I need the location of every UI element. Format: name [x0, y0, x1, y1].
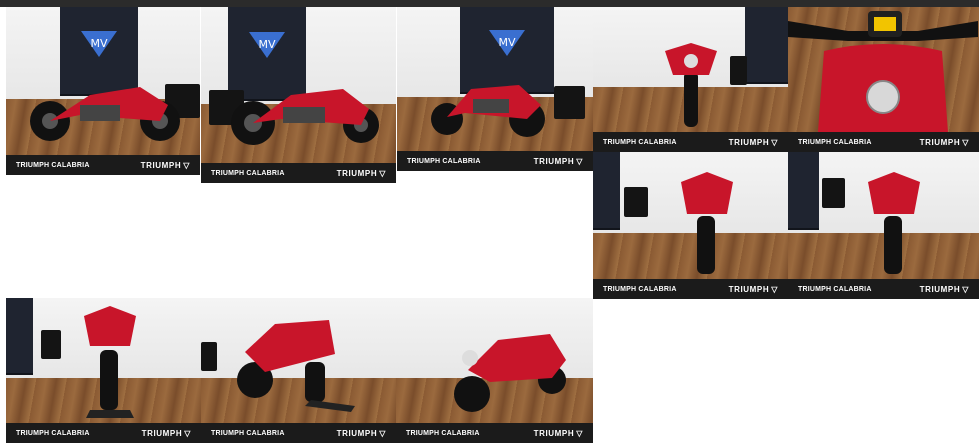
mv-banner: [593, 152, 621, 231]
gallery-thumb-10[interactable]: TRIUMPH CALABRIA TRIUMPH ▽: [396, 298, 593, 443]
motorcycle: [454, 334, 566, 412]
mv-banner: [788, 152, 819, 231]
gallery-thumb-4[interactable]: TRIUMPH CALABRIA TRIUMPH ▽: [593, 7, 788, 152]
photo: MV: [397, 7, 593, 171]
dealer-label: TRIUMPH CALABRIA: [211, 169, 285, 177]
dealer-label: TRIUMPH CALABRIA: [798, 138, 872, 146]
triumph-shield-icon: ▽: [771, 137, 778, 147]
brand-logo: TRIUMPH ▽: [336, 428, 386, 438]
brand-logo: TRIUMPH ▽: [919, 137, 969, 147]
motorcycle-tank: [788, 11, 978, 132]
photo: [593, 152, 788, 299]
photo: [201, 298, 396, 443]
gallery-thumb-1[interactable]: MV TRIUMPH CALABRIA TRIUMPH ▽: [6, 7, 200, 175]
svg-text:MV: MV: [498, 36, 515, 49]
triumph-shield-icon: ▽: [771, 284, 778, 294]
caption-bar: TRIUMPH CALABRIA TRIUMPH ▽: [201, 423, 396, 443]
photo: [788, 7, 979, 152]
gallery-thumb-8[interactable]: TRIUMPH CALABRIA TRIUMPH ▽: [6, 298, 201, 443]
photo: [6, 298, 201, 443]
motorcycle: [665, 43, 717, 127]
triumph-shield-icon: ▽: [183, 160, 190, 170]
gallery-thumb-3[interactable]: MV TRIUMPH CALABRIA TRIUMPH ▽: [397, 7, 593, 171]
dealer-label: TRIUMPH CALABRIA: [603, 138, 677, 146]
triumph-shield-icon: ▽: [576, 428, 583, 438]
svg-text:MV: MV: [91, 37, 108, 50]
motorcycle: [431, 85, 545, 137]
dealer-label: TRIUMPH CALABRIA: [16, 161, 90, 169]
triumph-shield-icon: ▽: [379, 168, 386, 178]
caption-bar: TRIUMPH CALABRIA TRIUMPH ▽: [396, 423, 593, 443]
gallery-thumb-7[interactable]: TRIUMPH CALABRIA TRIUMPH ▽: [788, 152, 979, 299]
gallery-thumb-2[interactable]: MV TRIUMPH CALABRIA TRIUMPH ▽: [201, 7, 396, 183]
motorcycle: [84, 306, 136, 418]
photo: [396, 298, 593, 443]
photo: [593, 7, 788, 152]
triumph-shield-icon: ▽: [962, 284, 969, 294]
caption-bar: TRIUMPH CALABRIA TRIUMPH ▽: [788, 132, 979, 152]
dealer-label: TRIUMPH CALABRIA: [406, 429, 480, 437]
caption-bar: TRIUMPH CALABRIA TRIUMPH ▽: [6, 423, 201, 443]
photo: MV: [201, 7, 396, 183]
caption-bar: TRIUMPH CALABRIA TRIUMPH ▽: [201, 163, 396, 183]
dealer-label: TRIUMPH CALABRIA: [798, 285, 872, 293]
gallery-thumb-6[interactable]: TRIUMPH CALABRIA TRIUMPH ▽: [593, 152, 788, 299]
dealer-label: TRIUMPH CALABRIA: [603, 285, 677, 293]
caption-bar: TRIUMPH CALABRIA TRIUMPH ▽: [397, 151, 593, 171]
mv-logo-icon: MV: [488, 29, 525, 56]
dealer-label: TRIUMPH CALABRIA: [211, 429, 285, 437]
svg-text:MV: MV: [259, 38, 276, 51]
gallery-thumb-5[interactable]: TRIUMPH CALABRIA TRIUMPH ▽: [788, 7, 979, 152]
motorcycle: [30, 87, 180, 141]
mv-banner: [745, 7, 788, 85]
mv-logo-icon: MV: [249, 32, 286, 59]
brand-logo: TRIUMPH ▽: [728, 137, 778, 147]
photo: MV: [6, 7, 200, 175]
motorcycle: [681, 172, 733, 274]
triumph-shield-icon: ▽: [962, 137, 969, 147]
motorcycle: [231, 89, 379, 145]
brand-logo: TRIUMPH ▽: [919, 284, 969, 294]
motorcycle: [237, 320, 355, 412]
caption-bar: TRIUMPH CALABRIA TRIUMPH ▽: [593, 279, 788, 299]
brand-logo: TRIUMPH ▽: [141, 428, 191, 438]
photo: [788, 152, 979, 299]
brand-logo: TRIUMPH ▽: [728, 284, 778, 294]
motorcycle: [868, 172, 920, 274]
caption-bar: TRIUMPH CALABRIA TRIUMPH ▽: [6, 155, 200, 175]
dealer-label: TRIUMPH CALABRIA: [16, 429, 90, 437]
triumph-shield-icon: ▽: [576, 156, 583, 166]
brand-logo: TRIUMPH ▽: [533, 428, 583, 438]
caption-bar: TRIUMPH CALABRIA TRIUMPH ▽: [788, 279, 979, 299]
triumph-shield-icon: ▽: [184, 428, 191, 438]
mv-banner: [6, 298, 34, 376]
brand-logo: TRIUMPH ▽: [533, 156, 583, 166]
dealer-label: TRIUMPH CALABRIA: [407, 157, 481, 165]
triumph-shield-icon: ▽: [379, 428, 386, 438]
top-bar: [0, 0, 979, 7]
gallery-thumb-9[interactable]: TRIUMPH CALABRIA TRIUMPH ▽: [201, 298, 396, 443]
mv-logo-icon: MV: [81, 30, 118, 57]
caption-bar: TRIUMPH CALABRIA TRIUMPH ▽: [593, 132, 788, 152]
brand-logo: TRIUMPH ▽: [140, 160, 190, 170]
brand-logo: TRIUMPH ▽: [336, 168, 386, 178]
